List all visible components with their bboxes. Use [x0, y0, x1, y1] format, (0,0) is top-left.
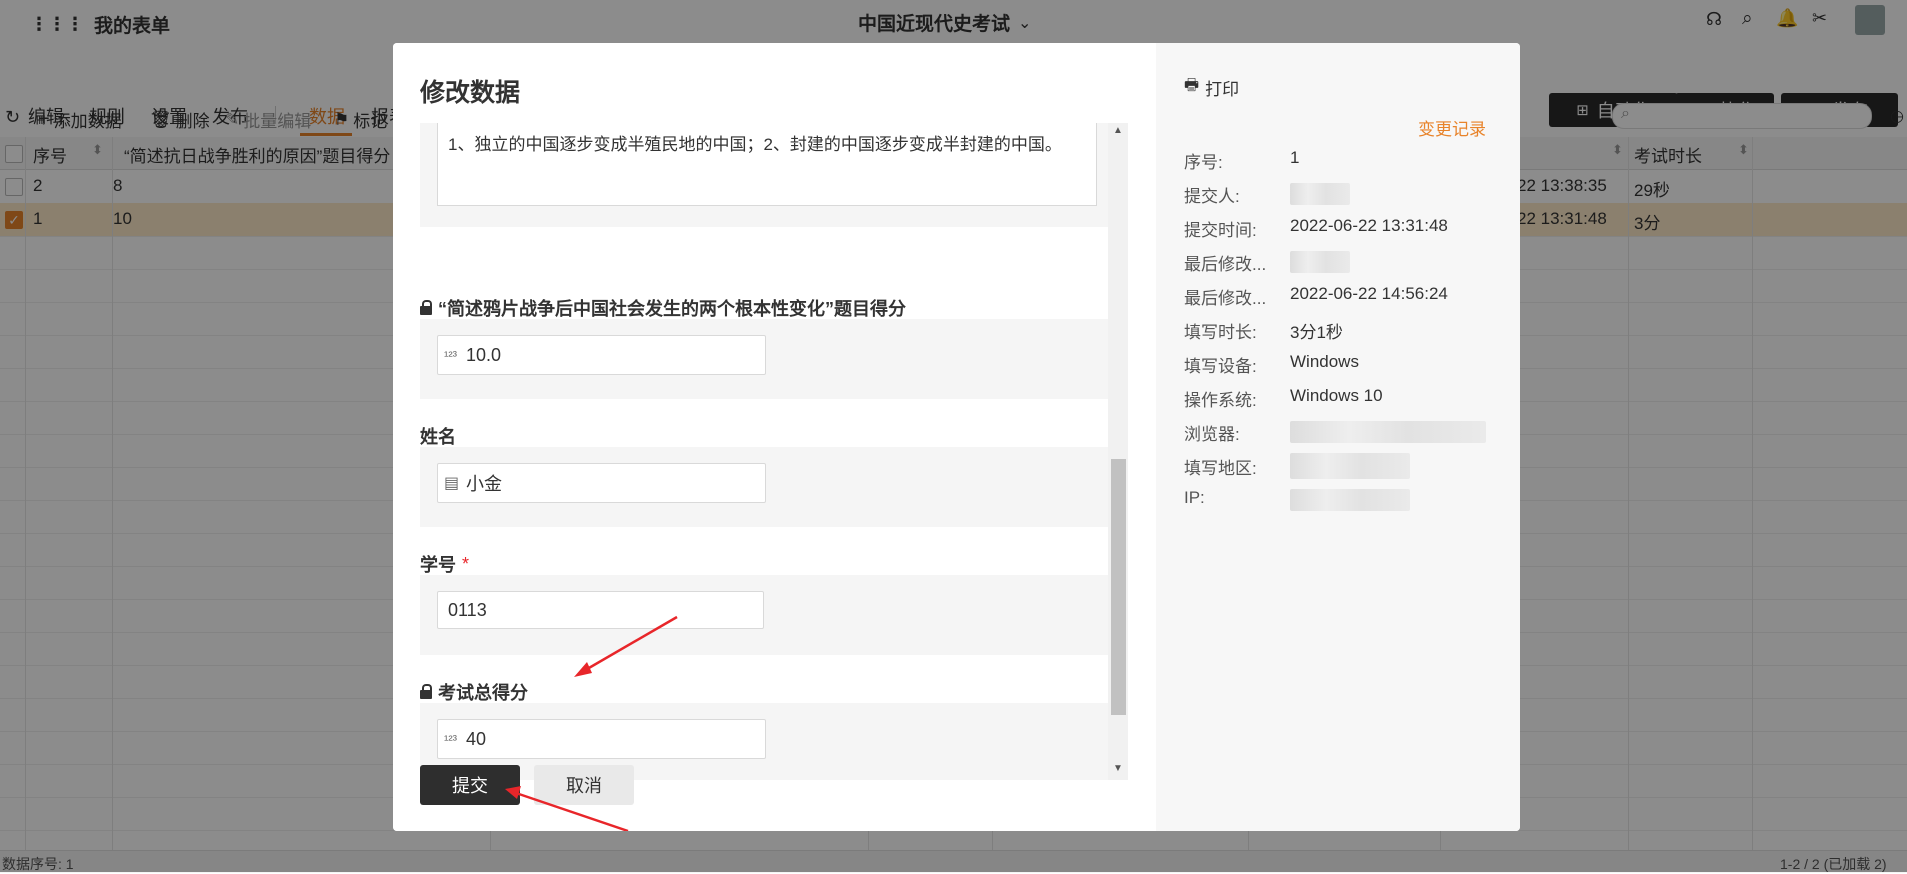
redacted-value [1290, 421, 1486, 443]
redacted-value [1290, 453, 1410, 479]
print-button[interactable]: 🖶 打印 [1184, 74, 1239, 101]
annotation-arrows [505, 615, 678, 831]
annotation-arrow-line [581, 615, 678, 674]
info-key: 序号: [1184, 153, 1223, 172]
redacted-value [1290, 183, 1350, 205]
info-key: 提交时间: [1184, 221, 1257, 240]
info-key: 最后修改... [1184, 289, 1267, 308]
info-value: Windows 10 [1290, 386, 1383, 405]
info-key: 浏览器: [1184, 425, 1240, 444]
info-key: IP: [1184, 488, 1205, 507]
edit-data-dialog: 修改数据 1、独立的中国逐步变成半殖民地的中国；2、封建的中国逐步变成半封建的中… [393, 43, 1520, 831]
redacted-value [1290, 251, 1350, 273]
info-key: 最后修改... [1184, 255, 1267, 274]
info-value: 3分1秒 [1290, 323, 1343, 342]
print-label: 打印 [1205, 80, 1240, 99]
info-value: 2022-06-22 14:56:24 [1290, 284, 1448, 303]
info-value: 1 [1290, 148, 1300, 167]
info-key: 填写时长: [1184, 323, 1257, 342]
info-key: 操作系统: [1184, 391, 1257, 410]
annotation-arrowhead [574, 662, 592, 677]
info-key: 提交人: [1184, 187, 1240, 206]
info-value: Windows [1290, 352, 1359, 371]
redacted-value [1290, 489, 1410, 511]
annotation-arrowhead [505, 786, 521, 799]
edit-form-panel: 修改数据 1、独立的中国逐步变成半殖民地的中国；2、封建的中国逐步变成半封建的中… [393, 43, 1156, 831]
info-key: 填写地区: [1184, 459, 1257, 478]
change-log-link[interactable]: 变更记录 [1418, 115, 1486, 140]
annotation-arrow-line [512, 790, 629, 831]
info-value: 2022-06-22 13:31:48 [1290, 216, 1448, 235]
printer-icon: 🖶 [1184, 77, 1200, 94]
info-key: 填写设备: [1184, 357, 1257, 376]
